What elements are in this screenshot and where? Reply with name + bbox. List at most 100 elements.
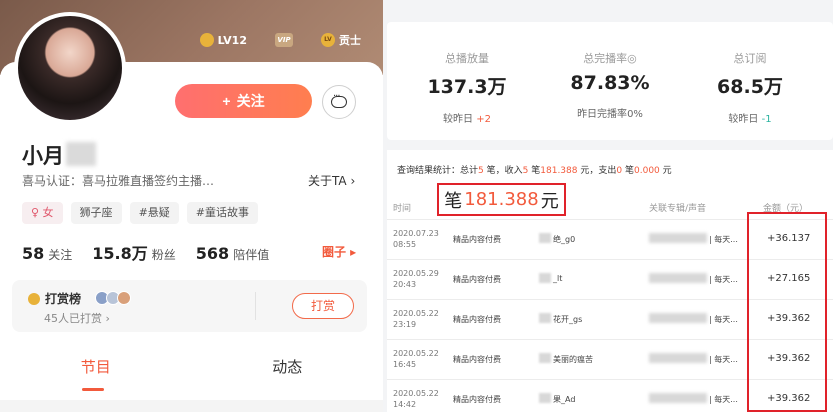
profile-tags: ♀ 女 狮子座 #悬疑 #童话故事 bbox=[22, 202, 258, 224]
chat-bubble-icon bbox=[331, 91, 347, 108]
track-mosaic bbox=[539, 393, 551, 403]
metric-change-value: +2 bbox=[476, 114, 491, 125]
tab-moments[interactable]: 动态 bbox=[192, 356, 384, 377]
album-mosaic bbox=[649, 273, 707, 283]
query-text: 笔 bbox=[531, 166, 541, 176]
tag-zodiac[interactable]: 狮子座 bbox=[70, 202, 122, 224]
profile-tabs: 节目 动态 bbox=[0, 356, 383, 377]
row-date: 2020.05.22 bbox=[393, 309, 439, 318]
follow-button[interactable]: + 关注 bbox=[175, 84, 312, 118]
avatar bbox=[117, 291, 131, 305]
row-date: 2020.07.23 bbox=[393, 229, 439, 238]
reward-title-label: 打赏榜 bbox=[45, 292, 82, 306]
track-mosaic bbox=[539, 353, 551, 363]
reward-divider bbox=[255, 292, 256, 320]
reward-title: 打赏榜 bbox=[28, 290, 81, 307]
row-time: 2020.07.23 08:55 bbox=[393, 228, 439, 250]
metric-change-value: 0% bbox=[627, 109, 643, 120]
chevron-right-icon: › bbox=[105, 312, 110, 325]
row-clock: 23:19 bbox=[393, 320, 417, 329]
about-link[interactable]: 关于TA › bbox=[308, 172, 355, 189]
profile-name: 小月 bbox=[22, 144, 64, 168]
about-link-label: 关于TA bbox=[308, 174, 347, 188]
chevron-right-icon: › bbox=[350, 174, 356, 188]
avatar[interactable] bbox=[14, 12, 126, 124]
circle-link[interactable]: 圈子 ▸ bbox=[322, 243, 356, 260]
query-expense-count: 0 bbox=[616, 166, 623, 176]
row-type: 精品内容付费 bbox=[453, 315, 501, 324]
transactions-table: 查询结果统计：总计5 笔，收入5 笔181.388 元，支出0 笔0.000 元… bbox=[387, 150, 833, 412]
tag-suspense[interactable]: #悬疑 bbox=[129, 202, 179, 224]
metric-value: 68.5万 bbox=[717, 76, 783, 98]
profile-stats: 58 关注 15.8万 粉丝 568 陪伴值 bbox=[22, 240, 362, 264]
fan-title-badge[interactable]: LV 贡士 bbox=[321, 32, 361, 48]
query-text: 笔，收入 bbox=[486, 166, 523, 176]
row-time: 2020.05.29 20:43 bbox=[393, 268, 439, 290]
metric-total-plays: 总播放量 137.3万 较昨日 +2 bbox=[407, 50, 527, 125]
query-total-count: 5 bbox=[478, 166, 484, 176]
row-time: 2020.05.22 14:42 bbox=[393, 388, 439, 410]
metric-change: 较昨日 +2 bbox=[407, 110, 527, 125]
track-mosaic bbox=[539, 313, 551, 323]
summary-card: 总播放量 137.3万 较昨日 +2 总完播率◎ 87.83% 昨日完播率0% … bbox=[387, 22, 833, 140]
album-mosaic bbox=[649, 233, 707, 243]
metric-label: 总完播率◎ bbox=[583, 52, 637, 65]
row-date: 2020.05.22 bbox=[393, 349, 439, 358]
metric-change-label: 较昨日 bbox=[443, 114, 474, 125]
album-mosaic bbox=[649, 313, 707, 323]
row-date: 2020.05.29 bbox=[393, 269, 439, 278]
row-time: 2020.05.22 16:45 bbox=[393, 348, 439, 370]
reward-button[interactable]: 打赏 bbox=[292, 293, 354, 319]
column-header-time: 时间 bbox=[393, 204, 412, 214]
content-divider bbox=[0, 400, 383, 412]
reward-subtitle-label: 45人已打赏 bbox=[44, 312, 102, 325]
column-header-album: 关联专辑/声音 bbox=[649, 204, 707, 214]
metric-label: 总订阅 bbox=[733, 52, 767, 65]
row-date: 2020.05.22 bbox=[393, 389, 439, 398]
metric-change: 昨日完播率0% bbox=[550, 105, 670, 120]
query-income-count: 5 bbox=[522, 166, 529, 176]
companion-count[interactable]: 568 bbox=[196, 244, 229, 263]
row-clock: 20:43 bbox=[393, 280, 417, 289]
row-clock: 14:42 bbox=[393, 400, 417, 409]
companion-label: 陪伴值 bbox=[233, 248, 270, 262]
tab-programs[interactable]: 节目 bbox=[0, 356, 192, 377]
tag-gender[interactable]: ♀ 女 bbox=[22, 202, 63, 224]
row-type: 精品内容付费 bbox=[453, 395, 501, 404]
microphone-icon bbox=[199, 33, 214, 47]
query-summary: 查询结果统计：总计5 笔，收入5 笔181.388 元，支出0 笔0.000 元 bbox=[397, 163, 672, 176]
row-album: | 每天... bbox=[709, 355, 738, 364]
following-count[interactable]: 58 bbox=[22, 244, 44, 263]
row-clock: 16:45 bbox=[393, 360, 417, 369]
vip-icon: VIP bbox=[275, 33, 293, 47]
vip-badge[interactable]: VIP bbox=[275, 33, 293, 47]
fans-label: 粉丝 bbox=[151, 248, 176, 262]
metric-value: 137.3万 bbox=[427, 76, 507, 98]
message-button[interactable] bbox=[322, 85, 356, 119]
amount-highlight-box bbox=[747, 212, 827, 412]
metric-total-subscriptions: 总订阅 68.5万 较昨日 -1 bbox=[690, 50, 810, 125]
query-prefix: 查询结果统计：总计 bbox=[397, 166, 479, 176]
row-clock: 08:55 bbox=[393, 240, 417, 249]
level-badge[interactable]: LV12 bbox=[199, 33, 247, 47]
metric-change-label: 较昨日 bbox=[728, 114, 759, 125]
row-type: 精品内容付费 bbox=[453, 355, 501, 364]
row-album: | 每天... bbox=[709, 275, 738, 284]
metric-change-label: 昨日完播率 bbox=[577, 109, 628, 120]
metric-value: 87.83% bbox=[570, 72, 650, 94]
earnings-panel: 总播放量 137.3万 较昨日 +2 总完播率◎ 87.83% 昨日完播率0% … bbox=[383, 0, 833, 412]
level-badge-label: LV12 bbox=[217, 33, 247, 47]
query-text: 元 bbox=[662, 166, 672, 176]
album-mosaic bbox=[649, 353, 707, 363]
highlight-amount: 181.388 bbox=[464, 189, 539, 210]
highlight-prefix: 笔 bbox=[444, 190, 463, 212]
active-tab-indicator bbox=[82, 388, 104, 391]
plus-icon: + bbox=[222, 93, 231, 109]
fan-title-label: 贡士 bbox=[339, 34, 361, 47]
tag-fairytale[interactable]: #童话故事 bbox=[186, 202, 258, 224]
row-album: | 每天... bbox=[709, 315, 738, 324]
metric-completion-rate: 总完播率◎ 87.83% 昨日完播率0% bbox=[550, 50, 670, 120]
fans-count[interactable]: 15.8万 bbox=[92, 240, 147, 264]
reward-ranking-card[interactable]: 打赏榜 45人已打赏 › 打赏 bbox=[12, 280, 367, 332]
album-mosaic bbox=[649, 393, 707, 403]
